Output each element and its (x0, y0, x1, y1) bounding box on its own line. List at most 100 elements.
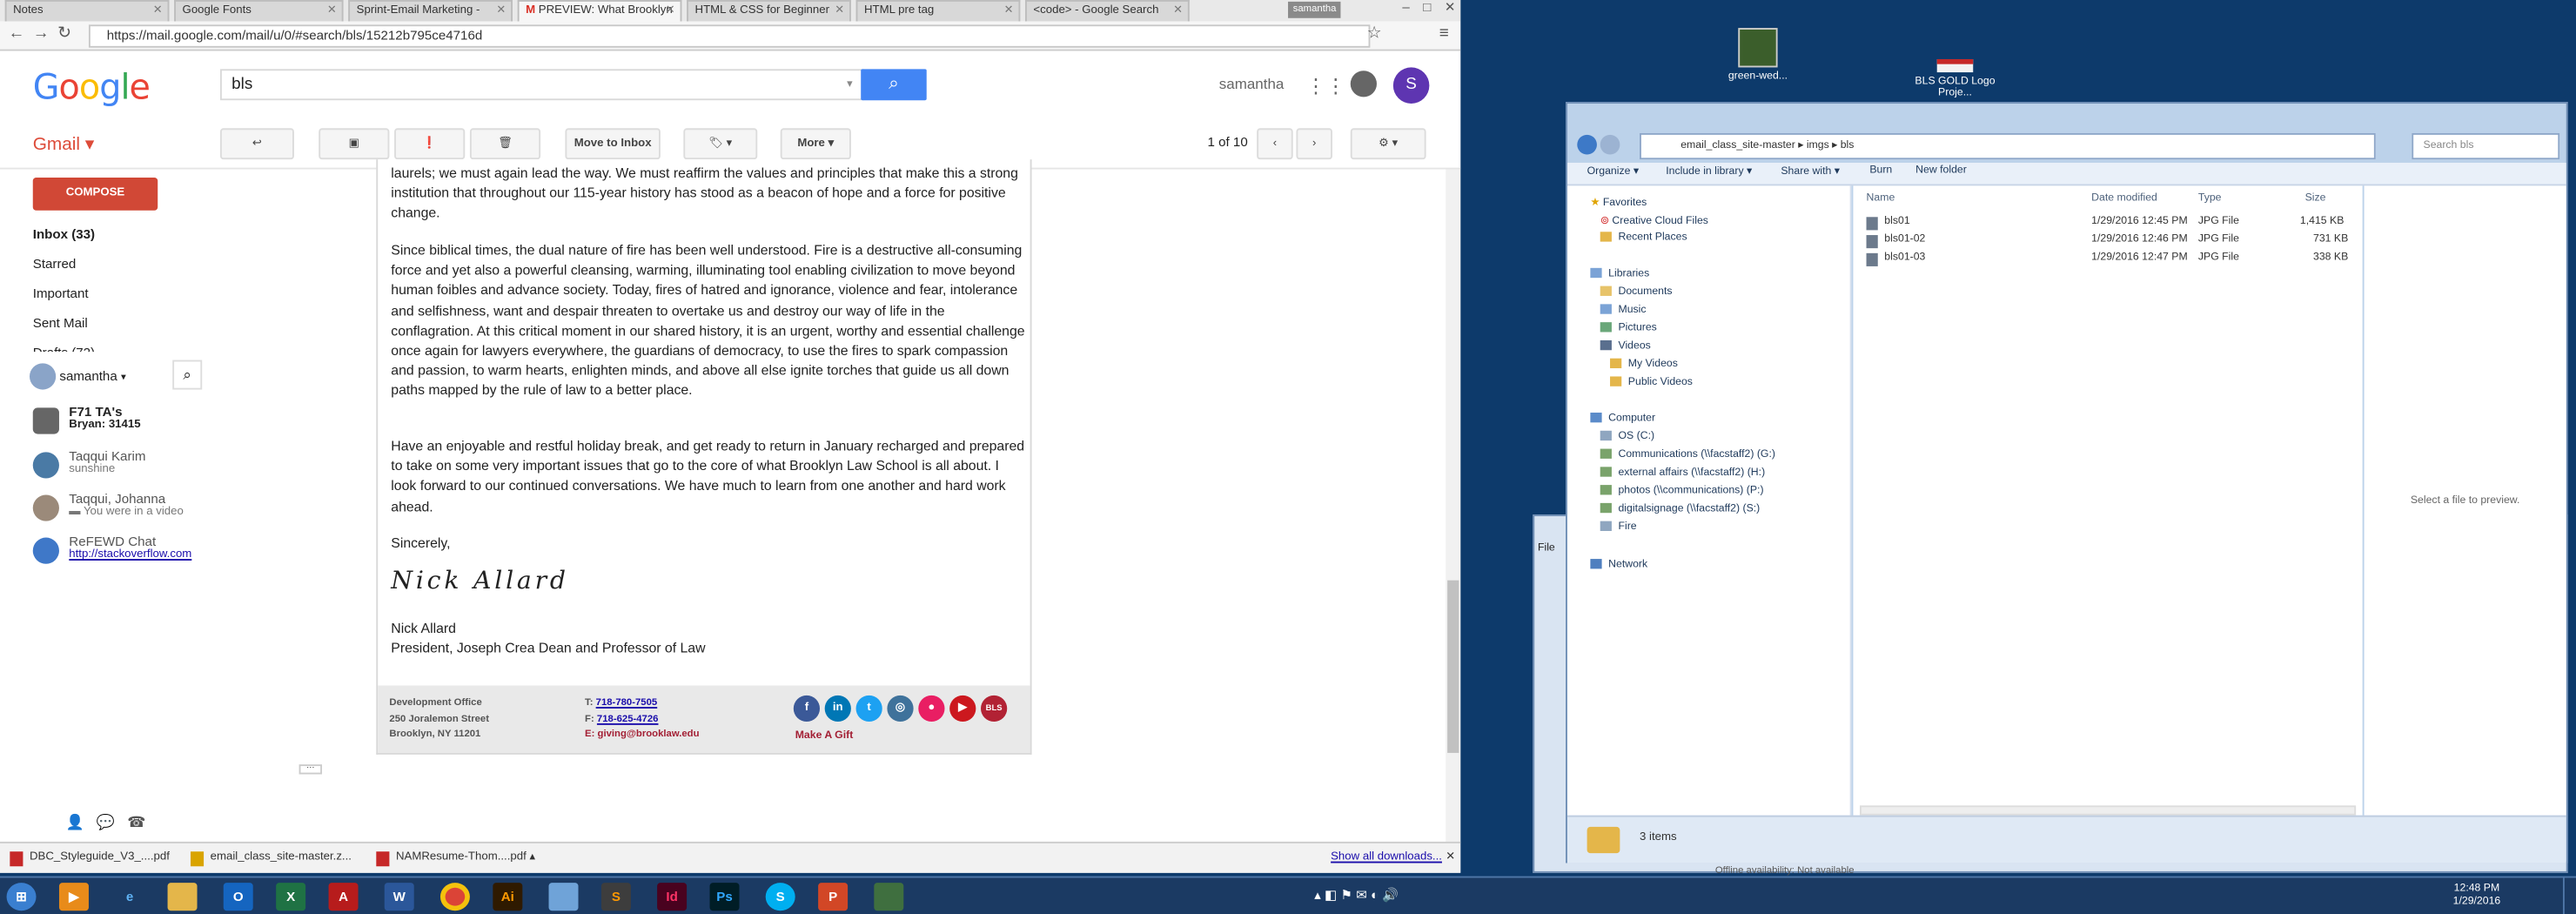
nav-network[interactable]: Network (1590, 559, 1647, 570)
linkedin-icon[interactable]: in (824, 695, 851, 722)
search-button[interactable]: ⌕ (861, 69, 927, 101)
url-field[interactable]: https://mail.google.com/mail/u/0/#search… (88, 24, 1371, 48)
column-date[interactable]: Date modified (2091, 192, 2157, 204)
back-icon[interactable] (1577, 134, 1597, 155)
powerpoint-icon[interactable]: P (818, 883, 849, 911)
phone-icon[interactable]: ☎ (127, 814, 145, 830)
hangouts-icon[interactable]: 💬 (97, 814, 115, 830)
tab-notes[interactable]: Notes ✕ (4, 0, 170, 22)
clock[interactable]: 12:48 PM 1/29/2016 (2453, 883, 2501, 909)
system-tray[interactable]: ▴ ◧ ⚑ ✉ ◐ 🔊 (1314, 888, 1399, 903)
media-player-icon[interactable]: ▶ (58, 883, 89, 911)
new-folder-button[interactable]: New folder (1915, 165, 1967, 176)
youtube-icon[interactable]: ▶ (949, 695, 976, 722)
search-input[interactable]: Search bls (2412, 132, 2560, 160)
hangouts-me[interactable]: samantha ▾ (29, 363, 126, 390)
chrome-menu-icon[interactable]: ≡ (1439, 24, 1449, 43)
tab-google-fonts[interactable]: Google Fonts ✕ (174, 0, 344, 22)
instagram-icon[interactable]: ◎ (887, 695, 914, 722)
forward-icon[interactable]: → (33, 24, 50, 43)
nav-fire[interactable]: Fire (1600, 521, 1637, 533)
hangout-contact-taqqui-johanna[interactable]: Taqqui, Johanna ▬ You were in a video (30, 492, 184, 521)
nav-favorites[interactable]: ★ Favorites (1590, 196, 1647, 209)
mail-search-input[interactable]: bls ▾ (219, 69, 864, 101)
file-row[interactable]: bls01-03 1/29/2016 12:47 PM JPG File 338… (1853, 252, 2362, 270)
nav-drive-g[interactable]: Communications (\\facstaff2) (G:) (1600, 448, 1775, 460)
skype-icon[interactable]: S (765, 883, 795, 911)
email-link[interactable]: giving@brooklaw.edu (598, 729, 700, 739)
outlook-icon[interactable]: O (223, 883, 253, 911)
tab-code-search[interactable]: <code> - Google Search ✕ (1024, 0, 1190, 22)
nav-os-c[interactable]: OS (C:) (1600, 430, 1654, 442)
make-a-gift-link[interactable]: Make A Gift (795, 729, 854, 741)
notifications-icon[interactable] (1350, 71, 1377, 97)
back-to-search-button[interactable]: ↩ (219, 128, 294, 160)
indesign-icon[interactable]: Id (657, 883, 688, 911)
nav-drive-p[interactable]: photos (\\communications) (P:) (1600, 485, 1764, 496)
breadcrumb[interactable]: email_class_site-master ▸ imgs ▸ bls (1640, 132, 2376, 160)
include-library-button[interactable]: Include in library ▾ (1666, 165, 1752, 178)
avatar[interactable]: S (1392, 67, 1430, 104)
report-spam-button[interactable]: ❗ (394, 128, 466, 160)
share-with-button[interactable]: Share with ▾ (1781, 165, 1840, 178)
hangout-contact-refewd[interactable]: ReFEWD Chat http://stackoverflow.com (30, 534, 191, 564)
scrollbar[interactable] (1446, 169, 1461, 843)
labels-button[interactable]: 🏷 ▾ (683, 128, 758, 160)
word-icon[interactable]: W (384, 883, 414, 911)
show-desktop-button[interactable] (2562, 877, 2576, 914)
tab-html-css[interactable]: HTML & CSS for Beginner ✕ (687, 0, 851, 22)
nav-pictures[interactable]: Pictures (1600, 322, 1657, 333)
illustrator-icon[interactable]: Ai (493, 883, 523, 911)
photoshop-icon[interactable]: Ps (709, 883, 740, 911)
bookmark-star-icon[interactable]: ☆ (1367, 24, 1382, 43)
nav-computer[interactable]: Computer (1590, 413, 1655, 424)
file-row[interactable]: bls01 1/29/2016 12:45 PM JPG File 1,415 … (1853, 215, 2362, 233)
archive-button[interactable]: ▣ (319, 128, 390, 160)
google-logo[interactable]: Google (33, 67, 151, 106)
nav-public-videos[interactable]: Public Videos (1610, 376, 1693, 388)
excel-icon[interactable]: X (276, 883, 306, 911)
horizontal-scrollbar[interactable] (1859, 805, 2357, 816)
older-button[interactable]: › (1296, 128, 1333, 160)
show-trimmed-content[interactable]: ··· (299, 763, 323, 775)
nav-creative-cloud[interactable]: ⊚ Creative Cloud Files (1600, 214, 1708, 226)
tab-preview[interactable]: M PREVIEW: What Brooklyn ✕ (517, 0, 682, 22)
nav-sent[interactable]: Sent Mail (33, 316, 88, 331)
fax-link[interactable]: 718-625-4726 (597, 715, 659, 724)
ie-icon[interactable]: e (115, 883, 144, 911)
screen-icon[interactable] (874, 883, 904, 911)
forward-icon[interactable] (1600, 134, 1620, 155)
start-button[interactable]: ⊞ (6, 883, 37, 911)
twitter-icon[interactable]: t (855, 695, 882, 722)
column-size[interactable]: Size (2305, 192, 2326, 204)
back-icon[interactable]: ← (8, 24, 24, 43)
hangout-contact-taqqui-karim[interactable]: Taqqui Karim sunshine (30, 449, 145, 479)
notepad-icon[interactable] (548, 883, 579, 911)
delete-button[interactable]: 🗑 (469, 128, 541, 160)
chrome-icon[interactable] (439, 883, 470, 911)
compose-button[interactable]: COMPOSE (32, 177, 158, 211)
nav-important[interactable]: Important (33, 286, 89, 301)
explorer-icon[interactable] (167, 883, 198, 911)
settings-button[interactable]: ⚙ ▾ (1350, 128, 1426, 160)
file-row[interactable]: bls01-02 1/29/2016 12:46 PM JPG File 731… (1853, 233, 2362, 252)
acrobat-icon[interactable]: A (328, 883, 359, 911)
nav-documents[interactable]: Documents (1600, 286, 1673, 298)
nav-recent-places[interactable]: Recent Places (1600, 232, 1687, 243)
show-all-downloads[interactable]: Show all downloads... (1308, 847, 1442, 870)
organize-button[interactable]: Organize ▾ (1587, 165, 1639, 178)
account-name[interactable]: samantha (1219, 76, 1285, 92)
newer-button[interactable]: ‹ (1257, 128, 1293, 160)
download-item[interactable]: DBC_Styleguide_V3_....pdf ▴ (7, 847, 175, 870)
reload-icon[interactable]: ↻ (57, 24, 71, 43)
nav-inbox[interactable]: Inbox (33) (33, 227, 95, 242)
desktop-icon-green-wed[interactable]: green-wed... (1717, 28, 1799, 82)
close-icon[interactable]: ✕ (1423, 847, 1455, 870)
nav-starred[interactable]: Starred (33, 257, 77, 272)
nav-videos[interactable]: Videos (1600, 339, 1651, 352)
tab-sprint[interactable]: Sprint-Email Marketing - ✕ (348, 0, 513, 22)
nav-drafts[interactable]: Drafts (72) (33, 346, 95, 353)
download-item[interactable]: NAMResume-Thom....pdf ▴ (373, 847, 544, 870)
profile-badge[interactable]: samantha (1288, 1, 1342, 18)
phone-link[interactable]: 718-780-7505 (596, 699, 658, 709)
